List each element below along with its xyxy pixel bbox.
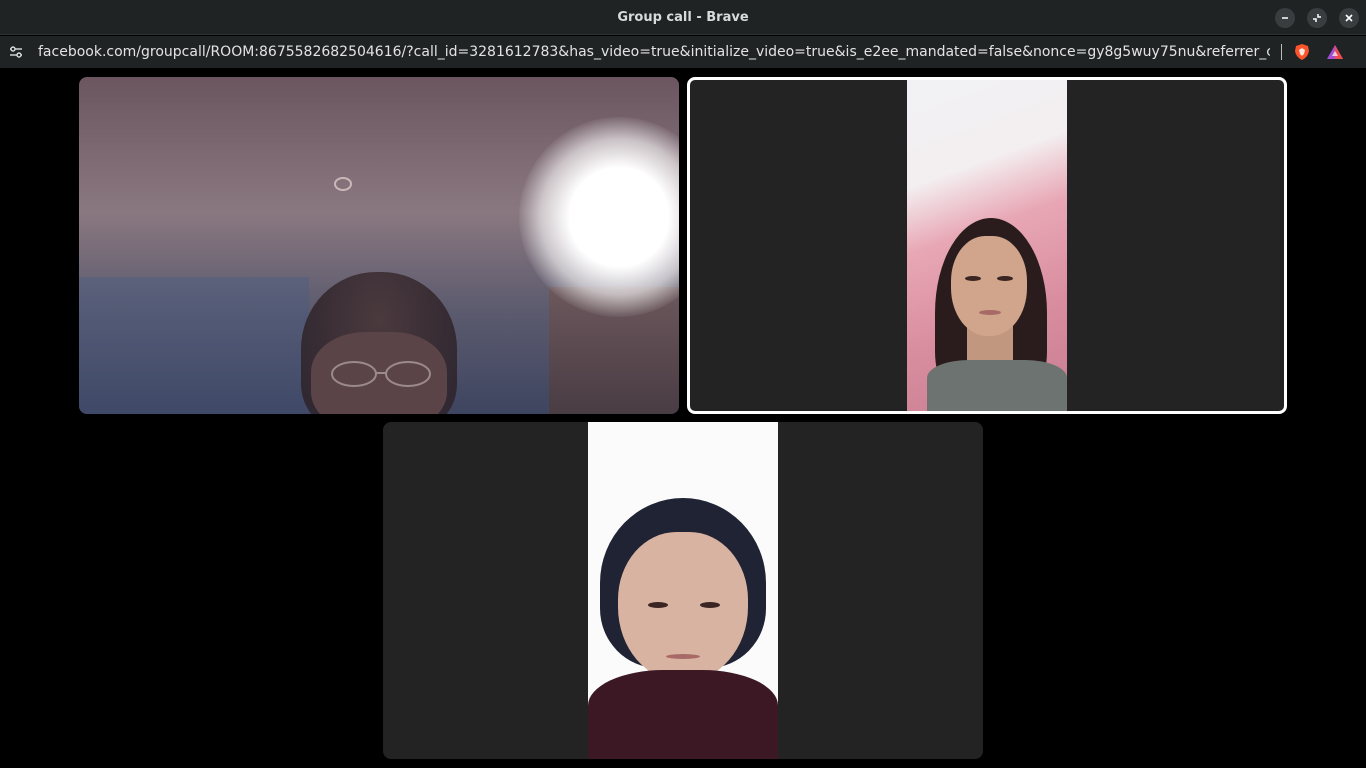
video-background xyxy=(79,277,309,414)
restore-icon xyxy=(1313,14,1321,22)
glasses-icon xyxy=(331,361,431,387)
restore-button[interactable] xyxy=(1307,8,1327,28)
toolbar-divider xyxy=(1281,44,1282,60)
participant-3-video xyxy=(588,422,778,759)
url-field[interactable]: facebook.com/groupcall/ROOM:867558268250… xyxy=(38,36,1270,68)
participant-tile-3[interactable] xyxy=(383,422,983,759)
participant-2-face xyxy=(951,236,1027,336)
site-settings-icon[interactable] xyxy=(8,44,24,60)
brave-shields-icon[interactable] xyxy=(1293,43,1311,61)
brave-rewards-icon[interactable] xyxy=(1326,43,1344,61)
participant-tile-1[interactable] xyxy=(79,77,679,414)
window-title: Group call - Brave xyxy=(617,10,749,25)
address-bar: facebook.com/groupcall/ROOM:867558268250… xyxy=(0,36,1366,68)
call-stage xyxy=(0,69,1366,768)
ceiling-light xyxy=(519,117,679,317)
participant-2-clothing xyxy=(927,360,1067,411)
participant-3-face xyxy=(618,532,748,682)
browser-titlebar: Group call - Brave xyxy=(0,0,1366,35)
close-icon xyxy=(1345,14,1353,22)
minimize-button[interactable] xyxy=(1275,8,1295,28)
close-button[interactable] xyxy=(1339,8,1359,28)
participant-2-video xyxy=(907,80,1067,411)
participant-tile-2[interactable] xyxy=(687,77,1287,414)
participant-3-clothing xyxy=(588,670,778,759)
ceiling-fixture xyxy=(334,177,352,191)
minimize-icon xyxy=(1282,17,1288,19)
